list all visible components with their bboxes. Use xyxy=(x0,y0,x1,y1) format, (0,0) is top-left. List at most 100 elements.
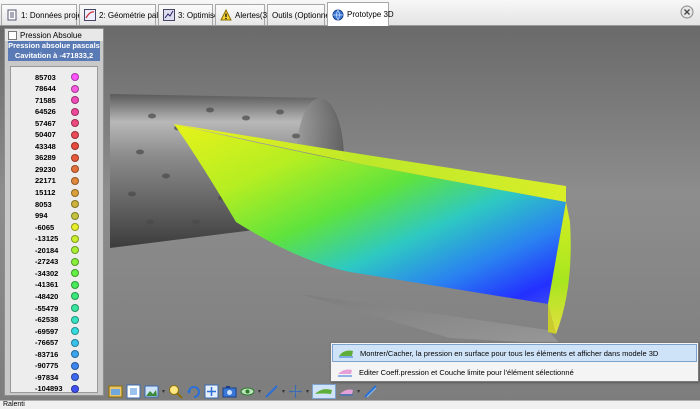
pan-icon[interactable] xyxy=(204,384,219,399)
legend-title-line1: Pression absolue pascals xyxy=(8,41,100,50)
legend-value: -20184 xyxy=(35,245,59,255)
dropdown-arrow-icon[interactable]: ▾ xyxy=(162,388,165,395)
zoom-icon[interactable] xyxy=(168,384,183,399)
legend-value: -69597 xyxy=(35,326,59,336)
tab-tools[interactable]: Outils (Optionnel) xyxy=(267,4,334,25)
close-icon[interactable] xyxy=(680,5,694,19)
legend-row: -69597 xyxy=(11,325,97,337)
legend-value: 57467 xyxy=(35,118,56,128)
legend-color-swatch xyxy=(71,315,79,324)
blade-icon[interactable] xyxy=(363,384,378,399)
pressure-checkbox[interactable] xyxy=(8,30,17,40)
legend-row: 78644 xyxy=(11,83,97,95)
legend-checkbox-label: Pression Absolue xyxy=(20,30,82,40)
legend-color-swatch xyxy=(71,292,79,301)
tab-prototype-3d[interactable]: Prototype 3D xyxy=(327,2,394,26)
legend-color-swatch xyxy=(71,200,79,209)
legend-color-swatch xyxy=(71,280,79,289)
legend-row: 15112 xyxy=(11,187,97,199)
legend-value: -76657 xyxy=(35,338,59,348)
legend-color-swatch xyxy=(71,165,79,174)
dropdown-arrow-icon[interactable]: ▾ xyxy=(282,388,285,395)
menu-item-edit-pressure-coeff[interactable]: Editer Coeff.pression et Couche limite p… xyxy=(332,363,697,381)
dropdown-arrow-icon[interactable]: ▾ xyxy=(357,388,360,395)
legend-row: -104893 xyxy=(11,383,97,395)
legend-value: 71585 xyxy=(35,95,56,105)
legend-value: -55479 xyxy=(35,303,59,313)
legend-row: 57467 xyxy=(11,117,97,129)
optimize-icon xyxy=(163,9,175,21)
tab-label: Alertes(3) xyxy=(235,10,270,20)
legend-color-swatch xyxy=(71,188,79,197)
tab-optimize[interactable]: 3: Optimiser xyxy=(158,4,221,25)
legend-row: -48420 xyxy=(11,290,97,302)
legend-value: -27243 xyxy=(35,257,59,267)
boundary-layer-icon[interactable] xyxy=(339,384,354,399)
dropdown-arrow-icon[interactable]: ▾ xyxy=(258,388,261,395)
legend-row: -13125 xyxy=(11,233,97,245)
legend-color-swatch xyxy=(71,84,79,93)
legend-color-swatch xyxy=(71,327,79,336)
save-image-icon[interactable] xyxy=(108,384,123,399)
legend-value: 29230 xyxy=(35,164,56,174)
pressure-legend-panel: Pression Absolue Pression absolue pascal… xyxy=(4,28,104,396)
legend-value: -62538 xyxy=(35,315,59,325)
dropdown-arrow-icon[interactable]: ▾ xyxy=(306,388,309,395)
legend-color-swatch xyxy=(71,119,79,128)
legend-color-swatch xyxy=(71,130,79,139)
blade-geometry-icon xyxy=(84,9,96,21)
rotate-icon[interactable] xyxy=(186,384,201,399)
menu-item-toggle-surface-pressure[interactable]: Montrer/Cacher, la pression en surface p… xyxy=(332,344,697,362)
globe-icon xyxy=(332,9,344,21)
legend-row: -62538 xyxy=(11,314,97,326)
legend-row: -6065 xyxy=(11,221,97,233)
legend-color-swatch xyxy=(71,73,79,81)
legend-color-swatch xyxy=(71,350,79,359)
legend-row: -83716 xyxy=(11,348,97,360)
legend-row: -27243 xyxy=(11,256,97,268)
legend-color-swatch xyxy=(71,257,79,266)
legend-row: -34302 xyxy=(11,267,97,279)
legend-color-swatch xyxy=(71,373,79,382)
tab-alerts[interactable]: Alertes(3) xyxy=(215,4,270,25)
tab-label: 1: Données projet xyxy=(21,10,85,20)
axes-icon[interactable] xyxy=(288,384,303,399)
fit-view-icon[interactable] xyxy=(126,384,141,399)
legend-value: 78644 xyxy=(35,84,56,94)
legend-color-swatch xyxy=(71,223,79,232)
legend-value: 43348 xyxy=(35,141,56,151)
document-icon xyxy=(6,9,18,21)
legend-row: 36289 xyxy=(11,152,97,164)
measure-icon[interactable] xyxy=(264,384,279,399)
legend-value: 85703 xyxy=(35,72,56,82)
legend-row: -55479 xyxy=(11,302,97,314)
menu-item-label: Montrer/Cacher, la pression en surface p… xyxy=(360,348,659,358)
legend-row: -90775 xyxy=(11,360,97,372)
pressure-options-menu: Montrer/Cacher, la pression en surface p… xyxy=(330,342,699,382)
tab-strip: 1: Données projet 2: Géométrie pale 3: O… xyxy=(0,0,700,26)
status-bar: Ralenti xyxy=(0,400,700,409)
legend-color-swatch xyxy=(71,234,79,243)
tab-project-data[interactable]: 1: Données projet xyxy=(1,4,84,25)
pressure-surface-icon[interactable] xyxy=(312,384,337,399)
tab-label: Outils (Optionnel) xyxy=(272,10,335,20)
tab-label: Prototype 3D xyxy=(347,10,394,19)
legend-value: -97834 xyxy=(35,372,59,382)
camera-icon[interactable] xyxy=(222,384,237,399)
legend-value: 8053 xyxy=(35,199,52,209)
legend-row: 71585 xyxy=(11,94,97,106)
legend-value: 22171 xyxy=(35,176,56,186)
visibility-icon[interactable] xyxy=(240,384,255,399)
picture-icon[interactable] xyxy=(144,384,159,399)
legend-color-swatch xyxy=(71,246,79,255)
warning-icon xyxy=(220,8,232,21)
legend-row: -20184 xyxy=(11,244,97,256)
legend-row: 50407 xyxy=(11,129,97,141)
legend-value: 36289 xyxy=(35,153,56,163)
legend-list: 85703 78644 71585 64526 57467 50407 43348 36289… xyxy=(10,66,98,393)
legend-color-swatch xyxy=(71,96,79,105)
legend-header: Pression Absolue xyxy=(5,29,103,41)
legend-color-swatch xyxy=(71,304,79,312)
tab-blade-geometry[interactable]: 2: Géométrie pale xyxy=(79,4,163,25)
legend-value: -41361 xyxy=(35,280,59,290)
